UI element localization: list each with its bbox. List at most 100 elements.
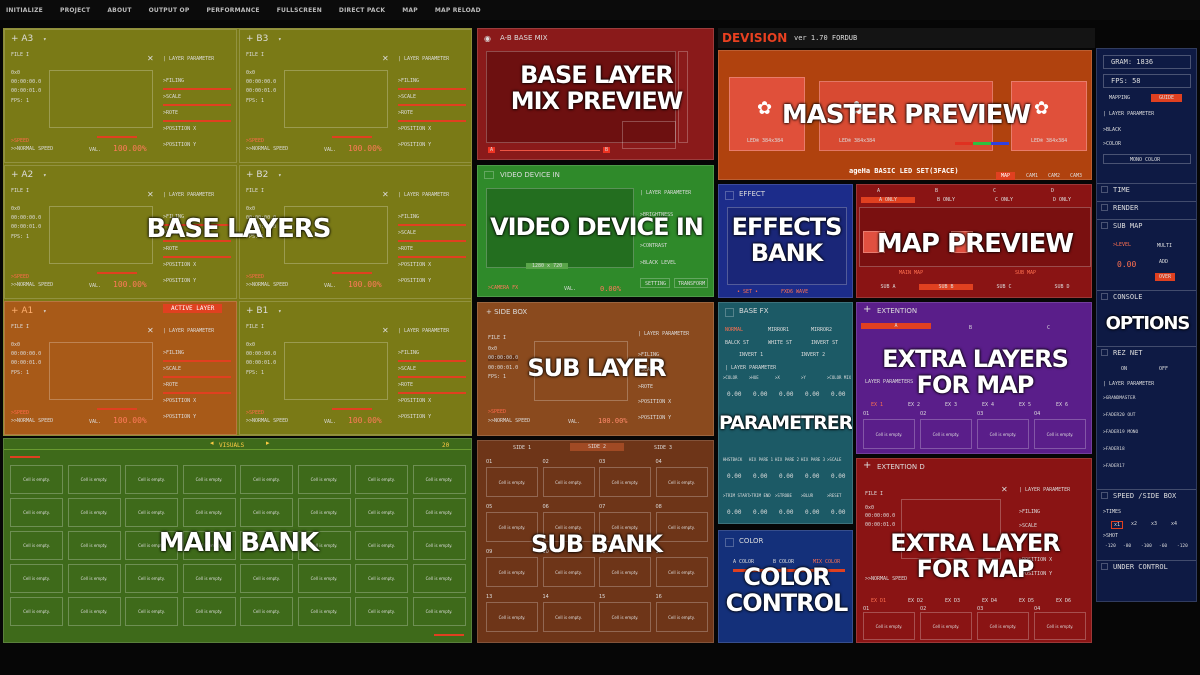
visual-cell[interactable]: Cell is empty. — [10, 498, 63, 527]
visual-cell[interactable]: Cell is empty. — [10, 564, 63, 593]
sub-cell[interactable]: Cell is empty. — [655, 557, 708, 587]
ext-tab[interactable]: EX 3 — [945, 402, 957, 408]
visual-cell[interactable]: Cell is empty. — [125, 498, 178, 527]
visual-cell[interactable]: Cell is empty. — [355, 564, 408, 593]
map-only-d[interactable]: D ONLY — [1035, 197, 1089, 203]
transform-button[interactable]: TRANSFORM — [674, 278, 708, 288]
chevron-down-icon[interactable]: ▾ — [43, 36, 47, 43]
layer-slot-a1[interactable]: + A1 ▾ FILE I 0x0 00:00:00.0 00:00:01.0 FPS: 1… — [4, 301, 237, 435]
layer-normal-speed[interactable]: >>NORMAL SPEED — [246, 146, 288, 152]
layer-speed[interactable]: >SPEED — [246, 410, 264, 416]
map-only-c[interactable]: C ONLY — [977, 197, 1031, 203]
extd-tab[interactable]: EX D2 — [908, 598, 923, 604]
menu-map-reload[interactable]: MAP RELOAD — [435, 7, 481, 14]
basefx-param-value[interactable]: 0.00 — [727, 509, 741, 516]
shot-value[interactable]: -120 — [1177, 544, 1188, 549]
visual-cell[interactable]: Cell is empty. — [182, 498, 236, 527]
tab-cam2[interactable]: CAM2 — [1048, 173, 1060, 179]
ext-tab[interactable]: EX 5 — [1019, 402, 1031, 408]
visual-cell[interactable]: Cell is empty. — [67, 498, 121, 527]
tab-cam3[interactable]: CAM3 — [1070, 173, 1082, 179]
reznet-on[interactable]: ON — [1121, 366, 1127, 372]
layer-normal-speed[interactable]: >>NORMAL SPEED — [11, 418, 53, 424]
time-icon[interactable] — [1101, 186, 1108, 193]
basefx-btn[interactable]: NORMAL — [725, 327, 743, 333]
guide-tab[interactable]: GUIDE — [1151, 94, 1183, 102]
layer-rote[interactable]: >ROTE — [398, 110, 413, 116]
visual-cell[interactable]: Cell is empty. — [355, 465, 408, 494]
layer-scale[interactable]: >SCALE — [163, 94, 181, 100]
basefx-param-value[interactable]: 0.00 — [753, 509, 767, 516]
layer-speed[interactable]: >SPEED — [246, 138, 264, 144]
visual-cell[interactable]: Cell is empty. — [125, 465, 178, 494]
close-icon[interactable]: ✕ — [147, 190, 154, 199]
menu-fullscreen[interactable]: FULLSCREEN — [277, 7, 322, 14]
ext-col-a[interactable]: A — [861, 323, 931, 329]
map-sub-1[interactable]: SUB B — [919, 284, 973, 290]
visual-cell[interactable]: Cell is empty. — [10, 597, 63, 626]
layer-posx[interactable]: >POSITION X — [398, 126, 431, 132]
map-sub-2[interactable]: SUB C — [977, 284, 1031, 290]
reznet-icon[interactable] — [1101, 349, 1108, 356]
extd-tab[interactable]: EX D6 — [1056, 598, 1071, 604]
visual-cell[interactable]: Cell is empty. — [182, 465, 236, 494]
eye-icon[interactable]: ◉ — [484, 34, 491, 43]
visual-cell[interactable]: Cell is empty. — [412, 564, 466, 593]
basefx-param-value[interactable]: 0.00 — [727, 391, 741, 398]
menu-direct-pack[interactable]: DIRECT PACK — [339, 7, 385, 14]
video-black[interactable]: >BLACK LEVEL — [640, 260, 676, 266]
visual-cell[interactable]: Cell is empty. — [412, 597, 466, 626]
over-button[interactable]: OVER — [1155, 273, 1176, 281]
basefx-btn[interactable]: INVERT ST — [811, 340, 838, 346]
menu-project[interactable]: PROJECT — [60, 7, 90, 14]
tab-map[interactable]: MAP — [996, 172, 1016, 180]
reznet-fader[interactable]: >GRANDMASTER — [1103, 396, 1136, 401]
basefx-param-value[interactable]: 0.00 — [779, 509, 793, 516]
visual-cell[interactable]: Cell is empty. — [240, 498, 293, 527]
visual-cell[interactable]: Cell is empty. — [67, 564, 121, 593]
visual-cell[interactable]: Cell is empty. — [297, 564, 351, 593]
basefx-param-value[interactable]: 0.00 — [805, 473, 819, 480]
menu-about[interactable]: ABOUT — [107, 7, 131, 14]
layer-filing[interactable]: >FILING — [398, 350, 419, 356]
plus-icon[interactable]: + — [863, 460, 871, 471]
map-col-b[interactable]: B — [935, 188, 938, 194]
basefx-btn[interactable]: MIRROR1 — [768, 327, 789, 333]
ext-col-b[interactable]: B — [969, 325, 972, 331]
visual-cell[interactable]: Cell is empty. — [67, 465, 121, 494]
layer-scale[interactable]: >SCALE — [163, 366, 181, 372]
layer-speed[interactable]: >SPEED — [11, 274, 29, 280]
map-col-d[interactable]: D — [1051, 188, 1054, 194]
basefx-btn[interactable]: MIRROR2 — [811, 327, 832, 333]
level-value[interactable]: 0.00 — [1117, 260, 1136, 269]
layer-scale[interactable]: >SCALE — [398, 94, 416, 100]
shot-value[interactable]: -120 — [1105, 544, 1116, 549]
submap-section[interactable]: SUB MAP — [1113, 222, 1143, 230]
layer-speed[interactable]: >SPEED — [11, 410, 29, 416]
sub-cell[interactable]: Cell is empty. — [542, 557, 595, 587]
map-sub-0[interactable]: SUB A — [861, 284, 915, 290]
sub-tab-2[interactable]: SIDE 2 — [570, 443, 625, 451]
layer-filing[interactable]: >FILING — [163, 78, 184, 84]
map-col-c[interactable]: C — [993, 188, 996, 194]
visual-cell[interactable]: Cell is empty. — [355, 597, 408, 626]
layer-rote[interactable]: >ROTE — [163, 382, 178, 388]
chevron-down-icon[interactable]: ▾ — [278, 36, 282, 43]
render-icon[interactable] — [1101, 204, 1108, 211]
layer-slot-a3[interactable]: + A3 ▾ FILE I 0x0 00:00:00.0 00:00:01.0 FPS: 1… — [4, 29, 237, 163]
extd-cell[interactable]: Cell is empty. — [977, 612, 1029, 640]
reznet-fader[interactable]: >FADER20 OUT — [1103, 413, 1136, 418]
chevron-down-icon[interactable]: ▾ — [43, 172, 47, 179]
visual-cell[interactable]: Cell is empty. — [240, 465, 293, 494]
ext-cell[interactable]: Cell is empty. — [1034, 419, 1086, 449]
tab-cam1[interactable]: CAM1 — [1026, 173, 1038, 179]
basefx-param-value[interactable]: 0.00 — [805, 509, 819, 516]
layer-slot-b3[interactable]: + B3 ▾ FILE I 0x0 00:00:00.0 00:00:01.0 FPS: 1… — [239, 29, 471, 163]
ext-cell[interactable]: Cell is empty. — [977, 419, 1029, 449]
mapping-tab[interactable]: MAPPING — [1109, 95, 1130, 101]
layer-slot-b1[interactable]: + B1 ▾ FILE I 0x0 00:00:00.0 00:00:01.0 FPS: 1… — [239, 301, 471, 435]
close-icon[interactable]: ✕ — [382, 54, 389, 63]
basefx-btn[interactable]: WHITE ST — [768, 340, 792, 346]
add-button[interactable]: ADD — [1159, 259, 1168, 265]
layer-normal-speed[interactable]: >>NORMAL SPEED — [11, 282, 53, 288]
